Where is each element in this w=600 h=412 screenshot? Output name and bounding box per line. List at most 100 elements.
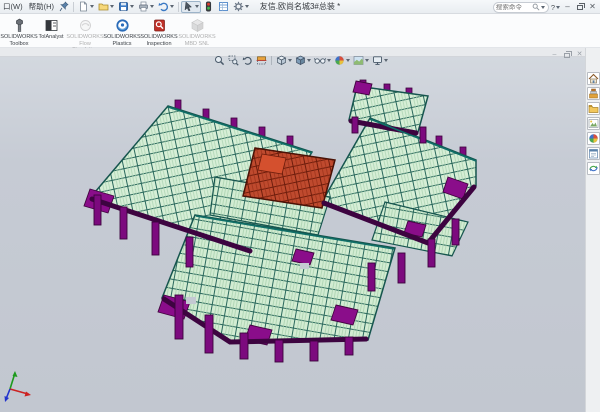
addin-label: TolAnalyst [38,34,63,41]
open-button[interactable] [96,1,116,13]
menu-window-label: 口(W) [3,1,23,12]
addin-tolanalyst[interactable]: TolAnalyst [36,15,66,46]
command-search[interactable] [493,2,549,13]
print-button[interactable] [136,1,156,13]
inspection-icon [152,18,167,33]
quick-access-toolbar [76,0,251,13]
edit-appearance-button[interactable] [333,54,351,67]
solidworks-resources-tab[interactable] [587,72,600,85]
document-window-controls: – ✕ [550,49,584,61]
chevron-down-icon [130,5,134,8]
file-properties-icon [218,1,229,12]
task-pane-tabs [587,72,600,175]
rebuild-button[interactable] [201,1,216,13]
close-button[interactable]: ✕ [587,1,598,13]
addin-solidworks-toolbox[interactable]: SOLIDWORKS Toolbox [2,15,36,46]
help-menu[interactable]: ? [551,3,560,12]
model-3d-view[interactable] [0,57,585,412]
solidworks-forum-icon [588,163,599,174]
menu-help-label: 帮助(H) [29,1,54,12]
formwork-model [84,80,476,362]
hide-show-items-icon [314,55,326,66]
chevron-down-icon [288,59,292,62]
toolbar-separator [73,2,74,12]
solidworks-resources-icon [588,73,599,84]
slab-opening [300,263,309,269]
view-orientation-icon [276,55,287,66]
chevron-down-icon [346,59,350,62]
save-button[interactable] [116,1,136,13]
new-document-icon [78,1,89,12]
mbd-snl-icon [190,18,205,33]
chevron-down-icon [195,5,199,8]
file-explorer-icon [588,103,599,114]
appearances-scenes-tab[interactable] [587,132,600,145]
section-view-button[interactable] [255,54,268,67]
custom-properties-tab[interactable] [587,147,600,160]
options-button[interactable] [231,1,251,13]
solidworks-window: 口(W) 帮助(H) [0,0,600,412]
chevron-down-icon [170,5,174,8]
addin-mbd-snl[interactable]: SOLIDWORKS MBD SNL [178,15,216,46]
addin-plastics[interactable]: SOLIDWORKS Plastics [104,15,140,46]
undo-button[interactable] [156,1,176,13]
zoom-to-area-button[interactable] [227,54,240,67]
view-orientation-button[interactable] [275,54,293,67]
titlebar-right-controls: ? – ✕ [493,1,598,13]
addin-flow-simulation[interactable]: SOLIDWORKS Flow Simulation [66,15,104,46]
flow-simulation-icon [78,18,93,33]
undo-icon [158,1,169,12]
chevron-down-icon [90,5,94,8]
view-settings-button[interactable] [371,54,389,67]
toolbox-icon [12,18,27,33]
select-button[interactable] [181,1,201,13]
view-palette-tab[interactable] [587,117,600,130]
solidworks-forum-tab[interactable] [587,162,600,175]
zoom-to-fit-button[interactable] [213,54,226,67]
chevron-down-icon [327,59,331,62]
previous-view-button[interactable] [241,54,254,67]
design-library-icon [588,88,599,99]
chevron-down-icon [556,6,560,9]
addins-toolbar: SOLIDWORKS Toolbox TolAnalyst SOLIDWORKS… [0,14,600,48]
options-gear-icon [233,1,244,12]
doc-close-button[interactable]: ✕ [575,49,584,61]
toolbar-separator [178,2,179,12]
doc-minimize-button[interactable]: – [550,49,559,61]
view-palette-icon [588,118,599,129]
chevron-down-icon [110,5,114,8]
search-icon[interactable] [532,3,540,11]
search-input[interactable] [496,4,532,11]
chevron-down-icon [245,5,249,8]
restore-button[interactable] [577,5,583,10]
display-style-button[interactable] [294,54,312,67]
pin-menu-icon[interactable] [59,1,69,12]
chevron-down-icon [150,5,154,8]
doc-restore-button[interactable] [564,53,570,58]
file-properties-button[interactable] [216,1,231,13]
help-label: ? [551,3,555,12]
addin-inspection[interactable]: SOLIDWORKS Inspection [140,15,178,46]
apply-scene-button[interactable] [352,54,370,67]
addin-label: SOLIDWORKS Inspection [140,34,177,47]
menu-help[interactable]: 帮助(H) [26,0,57,13]
display-style-icon [295,55,306,66]
hide-show-items-button[interactable] [313,54,332,67]
graphics-area[interactable] [0,57,585,412]
chevron-down-icon[interactable] [541,6,545,9]
edit-appearance-icon [334,55,345,66]
plastics-icon [115,18,130,33]
menu-window[interactable]: 口(W) [0,0,26,13]
task-pane [585,48,600,412]
new-document-button[interactable] [76,1,96,13]
addin-label: SOLIDWORKS Plastics [103,34,140,47]
section-view-icon [256,55,267,66]
select-cursor-icon [183,1,194,12]
zoom-to-fit-icon [214,55,225,66]
chevron-down-icon [307,59,311,62]
minimize-button[interactable]: – [562,1,573,13]
file-explorer-tab[interactable] [587,102,600,115]
apply-scene-icon [353,55,364,66]
design-library-tab[interactable] [587,87,600,100]
tolanalyst-icon [44,18,59,33]
